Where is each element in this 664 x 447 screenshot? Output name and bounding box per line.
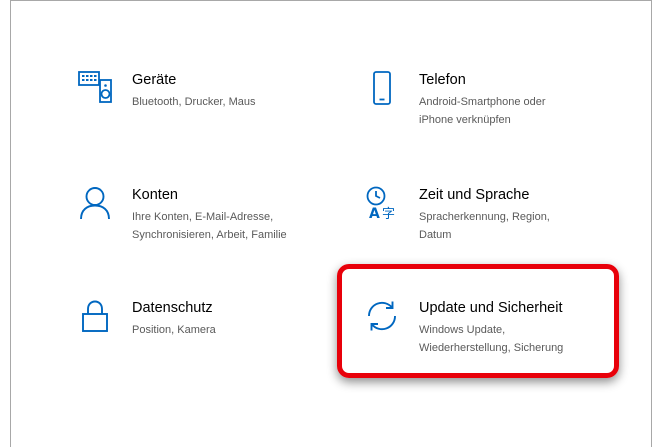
lock-icon [78,299,112,333]
settings-tile-zeit-und-sprache[interactable]: A 字 Zeit und Sprache Spracherkennung, Re… [365,186,625,266]
settings-tile-konten[interactable]: Konten Ihre Konten, E-Mail-Adresse, Sync… [78,186,338,266]
tile-title: Datenschutz [132,300,213,316]
tile-title: Konten [132,187,178,203]
tile-description: Spracherkennung, Region, Datum [419,211,550,241]
person-icon [78,186,112,220]
tile-description: Windows Update, Wiederherstellung, Siche… [419,324,564,354]
sync-icon [365,299,399,333]
tile-description: Bluetooth, Drucker, Maus [132,96,256,108]
settings-tile-geraete[interactable]: Geräte Bluetooth, Drucker, Maus [78,71,338,151]
tile-title: Update und Sicherheit [419,300,563,316]
tile-description: Android-Smartphone oder iPhone verknüpfe… [419,96,546,126]
tile-title: Zeit und Sprache [419,187,530,203]
settings-panel: Geräte Bluetooth, Drucker, Maus Telefon … [10,0,652,447]
svg-text:A: A [369,206,380,220]
tile-title: Telefon [419,72,466,88]
tile-title: Geräte [132,72,177,88]
svg-text:字: 字 [382,207,395,220]
tile-description: Ihre Konten, E-Mail-Adresse, Synchronisi… [132,211,287,241]
settings-tile-telefon[interactable]: Telefon Android-Smartphone oder iPhone v… [365,71,625,151]
time-language-icon: A 字 [365,186,399,220]
tile-description: Position, Kamera [132,324,216,336]
settings-tile-update-und-sicherheit[interactable]: Update und Sicherheit Windows Update, Wi… [365,299,625,379]
settings-tile-datenschutz[interactable]: Datenschutz Position, Kamera [78,299,338,379]
devices-icon [78,71,112,105]
phone-icon [365,71,399,105]
